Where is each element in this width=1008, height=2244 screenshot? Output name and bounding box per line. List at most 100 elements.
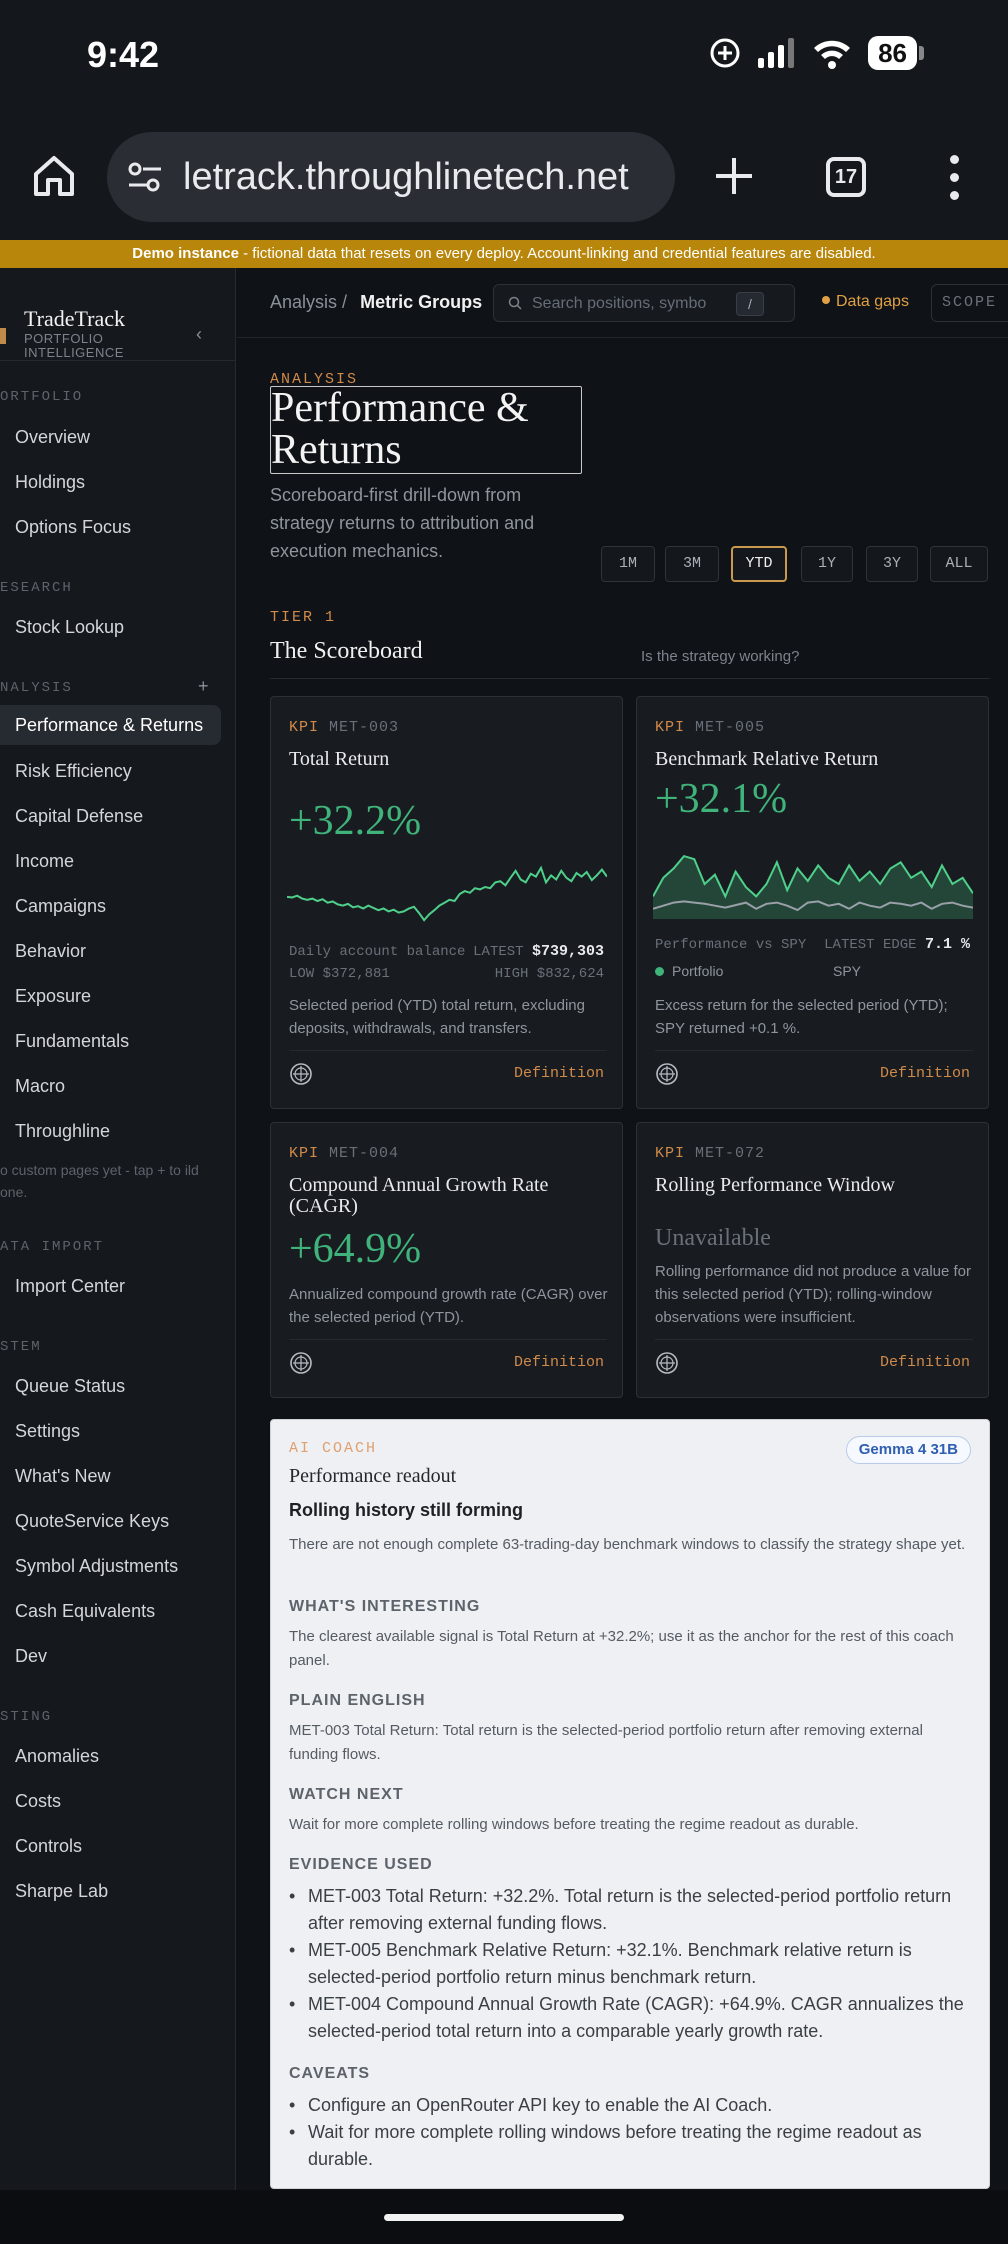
brand-name: TradeTrack [24, 306, 126, 331]
metric-value-unavailable: Unavailable [655, 1225, 771, 1251]
sidebar-item-stock-lookup[interactable]: Stock Lookup [15, 617, 124, 638]
sidebar-item-overview[interactable]: Overview [15, 427, 90, 448]
definition-link[interactable]: Definition [514, 1354, 604, 1371]
sidebar-item-performance-returns[interactable]: Performance & Returns [0, 705, 221, 745]
sidebar-item-income[interactable]: Income [15, 851, 74, 872]
demo-banner-text: - fictional data that resets on every de… [238, 245, 876, 262]
tier-title: The Scoreboard [270, 638, 423, 664]
period-3m-button[interactable]: 3M [665, 546, 719, 582]
brand-subtitle: PORTFOLIO INTELLIGENCE [24, 331, 124, 360]
sidebar-item-anomalies[interactable]: Anomalies [15, 1746, 99, 1767]
breadcrumb-separator: / [342, 292, 348, 312]
kpi-card-benchmark-relative-return[interactable]: KPI MET-005 Benchmark Relative Return +32… [636, 696, 989, 1109]
kpi-card-total-return[interactable]: KPI MET-003 Total Return +32.2% Daily acc… [270, 696, 623, 1109]
kpi-label: KPI [655, 719, 686, 736]
period-ytd-button[interactable]: YTD [731, 546, 787, 582]
nav-section-data-import: ATA IMPORT [0, 1239, 105, 1255]
breadcrumb: Analysis / Metric Groups [270, 292, 482, 313]
sidebar-item-quoteservice-keys[interactable]: QuoteService Keys [15, 1511, 169, 1532]
metric-code: MET-003 [329, 719, 400, 736]
metric-value: +64.9% [289, 1226, 422, 1272]
battery-indicator: 86 [868, 36, 924, 70]
status-bar: 9:42 86 [0, 0, 1008, 115]
legend-portfolio: Portfolio [655, 963, 723, 979]
sidebar-item-settings[interactable]: Settings [15, 1421, 80, 1442]
sidebar-item-dev[interactable]: Dev [15, 1646, 47, 1667]
search-shortcut-key: / [736, 292, 764, 316]
sidebar-item-symbol-adjustments[interactable]: Symbol Adjustments [15, 1556, 178, 1577]
period-1y-button[interactable]: 1Y [801, 546, 853, 582]
portfolio-series-area [653, 856, 973, 919]
list-item: Configure an OpenRouter API key to enabl… [289, 2092, 969, 2119]
sidebar-item-whats-new[interactable]: What's New [15, 1466, 110, 1487]
search-icon [508, 296, 522, 310]
sidebar-item-queue-status[interactable]: Queue Status [15, 1376, 125, 1397]
nav-section-research: ESEARCH [0, 580, 73, 596]
compass-badge-icon [656, 1352, 678, 1374]
custom-pages-hint: o custom pages yet - tap + to ild one. [0, 1162, 199, 1200]
card-title: Benchmark Relative Return [655, 748, 879, 770]
search-placeholder: Search positions, symbo [532, 295, 707, 312]
browser-menu-icon[interactable] [944, 155, 964, 209]
kpi-card-cagr[interactable]: KPI MET-004 Compound Annual Growth Rate (… [270, 1122, 623, 1398]
sidebar-item-holdings[interactable]: Holdings [15, 472, 85, 493]
card-description: Selected period (YTD) total return, excl… [289, 997, 585, 1037]
search-input[interactable]: Search positions, symbo / [493, 284, 795, 322]
evidence-list: MET-003 Total Return: +32.2%. Total retu… [289, 1883, 969, 2045]
new-tab-icon[interactable] [710, 152, 758, 200]
latest-edge: LATEST EDGE 7.1 % [824, 936, 970, 953]
home-indicator[interactable] [384, 2214, 624, 2221]
status-icons: 86 [708, 36, 924, 70]
performance-vs-spy-chart [653, 854, 973, 919]
add-custom-page-icon[interactable]: + [198, 676, 209, 697]
home-icon[interactable] [30, 152, 78, 200]
kpi-label: KPI [289, 1145, 320, 1162]
logo-mark [0, 328, 6, 344]
definition-link[interactable]: Definition [880, 1354, 970, 1371]
sidebar-item-risk-efficiency[interactable]: Risk Efficiency [15, 761, 132, 782]
address-bar[interactable]: letrack.throughlinetech.net [107, 132, 675, 222]
sidebar-item-capital-defense[interactable]: Capital Defense [15, 806, 143, 827]
site-settings-icon[interactable] [125, 159, 165, 195]
sidebar-item-costs[interactable]: Costs [15, 1791, 61, 1812]
definition-link[interactable]: Definition [880, 1065, 970, 1082]
edge-value: 7.1 % [924, 936, 970, 953]
watch-next-text: Wait for more complete rolling windows b… [289, 1816, 859, 1833]
data-gaps-indicator[interactable]: Data gaps [822, 293, 909, 311]
kpi-tag: KPI MET-003 [289, 719, 399, 736]
sidebar-item-behavior[interactable]: Behavior [15, 941, 86, 962]
demo-banner: Demo instance - fictional data that rese… [0, 240, 1008, 268]
breadcrumb-current: Metric Groups [360, 292, 483, 312]
period-all-button[interactable]: ALL [930, 546, 988, 582]
kpi-tag: KPI MET-005 [655, 719, 765, 736]
sidebar-item-options-focus[interactable]: Options Focus [15, 517, 131, 538]
metric-code: MET-072 [695, 1145, 766, 1162]
sidebar-item-campaigns[interactable]: Campaigns [15, 896, 106, 917]
nav-section-system: STEM [0, 1339, 42, 1355]
tab-switcher-button[interactable]: 17 [826, 157, 866, 197]
definition-link[interactable]: Definition [514, 1065, 604, 1082]
card-description: Excess return for the selected period (Y… [655, 997, 948, 1037]
collapse-sidebar-icon[interactable]: ‹ [196, 324, 202, 345]
sidebar-item-cash-equivalents[interactable]: Cash Equivalents [15, 1601, 155, 1622]
demo-banner-bold: Demo instance [132, 245, 239, 262]
sidebar-item-throughline[interactable]: Throughline [15, 1121, 110, 1142]
kpi-card-rolling-performance[interactable]: KPI MET-072 Rolling Performance Window Un… [636, 1122, 989, 1398]
scope-selector[interactable]: SCOPE [931, 284, 1008, 322]
sidebar-item-exposure[interactable]: Exposure [15, 986, 91, 1007]
sidebar-item-import-center[interactable]: Import Center [15, 1276, 125, 1297]
sidebar-item-controls[interactable]: Controls [15, 1836, 82, 1857]
sidebar-item-macro[interactable]: Macro [15, 1076, 65, 1097]
compass-badge-icon [290, 1352, 312, 1374]
breadcrumb-root[interactable]: Analysis [270, 292, 337, 312]
sidebar-item-sharpe-lab[interactable]: Sharpe Lab [15, 1881, 108, 1902]
period-1m-button[interactable]: 1M [601, 546, 655, 582]
edge-label: LATEST EDGE [824, 937, 917, 953]
sidebar-item-fundamentals[interactable]: Fundamentals [15, 1031, 129, 1052]
legend-dot-icon [655, 967, 664, 976]
period-3y-button[interactable]: 3Y [866, 546, 918, 582]
account-balance-sparkline [287, 865, 607, 922]
metric-value: +32.1% [655, 776, 788, 822]
gesture-bar [0, 2190, 1008, 2244]
tier-question: Is the strategy working? [641, 648, 800, 665]
